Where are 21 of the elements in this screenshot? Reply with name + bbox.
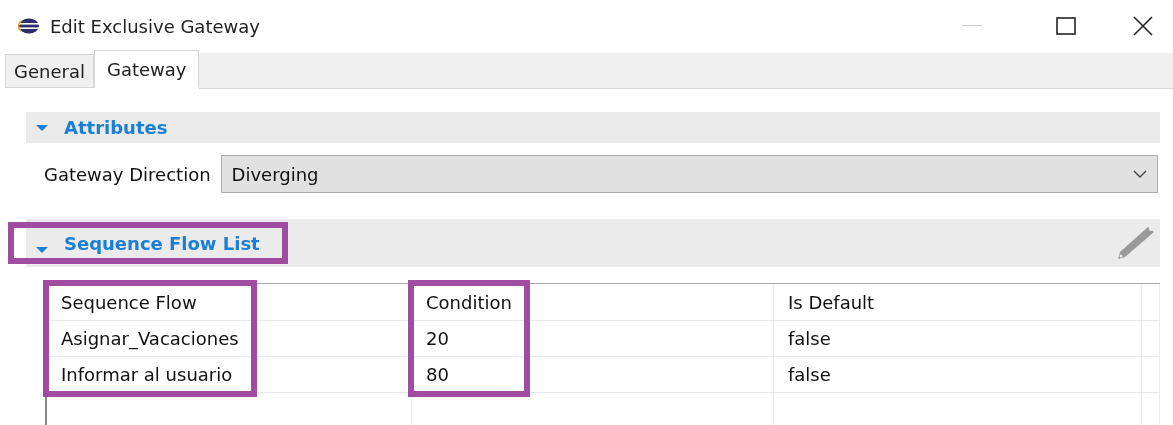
maximize-icon <box>1056 17 1076 35</box>
table-cell: Asignar_Vacaciones <box>47 321 412 356</box>
column-header[interactable]: Is Default <box>774 284 1142 320</box>
striped-circle-icon <box>18 18 40 34</box>
chevron-down-icon <box>1133 170 1147 178</box>
field-label: Gateway Direction <box>44 163 211 185</box>
table-cell: false <box>774 321 1142 356</box>
minimize-icon <box>962 25 982 27</box>
dropdown[interactable]: Diverging <box>220 155 1158 193</box>
table-cell: 20 <box>412 321 774 356</box>
table-cell: false <box>774 357 1142 392</box>
section-title: Sequence Flow List <box>64 232 260 254</box>
column-header[interactable]: Condition <box>412 284 774 320</box>
window-title: Edit Exclusive Gateway <box>50 15 260 37</box>
column-header[interactable]: Sequence Flow <box>47 284 412 320</box>
table-cell: Informar al usuario <box>47 357 412 392</box>
table-cell: 80 <box>412 357 774 392</box>
tab[interactable]: Gateway <box>93 50 200 88</box>
close-icon <box>1133 16 1153 36</box>
section-title: Attributes <box>64 117 168 138</box>
tab[interactable]: General <box>5 54 94 88</box>
